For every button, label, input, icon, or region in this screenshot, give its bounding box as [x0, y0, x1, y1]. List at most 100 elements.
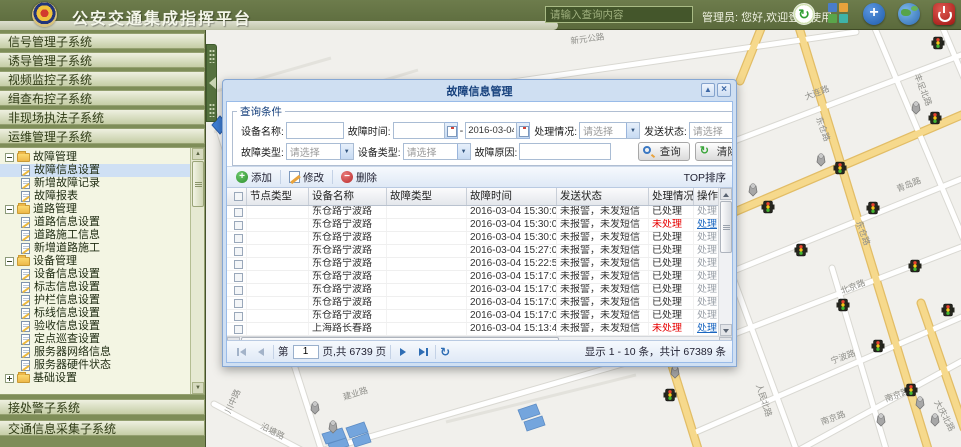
delete-record-button[interactable]: −删除 [338, 169, 380, 186]
panel-ops-management[interactable]: 运维管理子系统 [0, 128, 205, 144]
clear-button[interactable]: ↻清除 [695, 142, 733, 161]
scroll-up-icon[interactable]: ▲ [192, 148, 204, 160]
table-row[interactable]: 东仓路宁波路2016-03-04 15:27:00未报警，未发短信已处理处理 [227, 245, 732, 258]
traffic-light-icon[interactable] [837, 299, 850, 311]
tree-item[interactable]: 设备信息设置 [0, 268, 204, 281]
column-header[interactable]: 节点类型 [247, 188, 309, 205]
traffic-light-icon[interactable] [664, 389, 677, 401]
tree-item[interactable]: 新增故障记录 [0, 177, 204, 190]
row-checkbox[interactable] [227, 245, 247, 257]
chevron-down-icon[interactable] [626, 123, 639, 138]
first-page-icon[interactable] [233, 344, 249, 360]
tree-folder[interactable]: 基础设置 [0, 372, 204, 385]
panel-traffic-collection[interactable]: 交通信息采集子系统 [0, 420, 205, 436]
traffic-light-icon[interactable] [834, 162, 847, 174]
row-checkbox[interactable] [227, 219, 247, 231]
device-type-select[interactable]: 请选择 [403, 143, 471, 160]
panel-video[interactable]: 视频监控子系统 [0, 71, 205, 87]
last-page-icon[interactable] [415, 344, 431, 360]
add-record-button[interactable]: +添加 [233, 169, 275, 186]
row-checkbox[interactable] [227, 310, 247, 322]
traffic-light-icon[interactable] [942, 304, 955, 316]
grid-vertical-scrollbar[interactable] [718, 188, 732, 336]
send-status-select[interactable]: 请选择 [689, 122, 733, 139]
search-button[interactable]: 查询 [638, 142, 690, 161]
close-icon[interactable]: × [717, 83, 731, 97]
tree-item[interactable]: 新增道路施工 [0, 242, 204, 255]
device-name-input[interactable] [286, 122, 344, 139]
table-row[interactable]: 东仓路宁波路2016-03-04 15:30:00未报警，未发短信未处理处理 [227, 219, 732, 232]
tree-item[interactable]: 道路信息设置 [0, 216, 204, 229]
apps-grid-icon[interactable] [828, 3, 850, 25]
expand-box-icon[interactable] [5, 374, 14, 383]
row-checkbox[interactable] [227, 258, 247, 270]
tree-item[interactable]: 服务器网络信息 [0, 346, 204, 359]
tree-item[interactable]: 服务器硬件状态 [0, 359, 204, 372]
table-row[interactable]: 东仓路宁波路2016-03-04 15:30:00未报警，未发短信已处理处理 [227, 206, 732, 219]
edit-record-button[interactable]: 修改 [286, 169, 327, 186]
tree-item[interactable]: 标志信息设置 [0, 281, 204, 294]
table-row[interactable]: 上海路长春路2016-03-04 15:13:45未报警，未发短信未处理处理 [227, 323, 732, 336]
refresh-icon[interactable]: ↻ [440, 345, 450, 359]
tree-folder[interactable]: 故障管理 [0, 151, 204, 164]
page-number-input[interactable] [293, 345, 319, 359]
panel-signal[interactable]: 信号管理子系统 [0, 33, 205, 49]
power-icon[interactable] [933, 3, 955, 25]
traffic-light-icon[interactable] [795, 244, 808, 256]
row-checkbox[interactable] [227, 232, 247, 244]
calendar-icon[interactable] [517, 122, 530, 139]
calendar-icon[interactable] [445, 122, 458, 139]
table-row[interactable]: 东仓路宁波路2016-03-04 15:17:01未报警，未发短信已处理处理 [227, 271, 732, 284]
scroll-down-icon[interactable]: ▼ [192, 382, 204, 394]
fault-time-to-input[interactable] [465, 122, 517, 139]
scrollbar-thumb[interactable] [192, 161, 204, 207]
table-row[interactable]: 东仓路宁波路2016-03-04 15:17:01未报警，未发短信已处理处理 [227, 310, 732, 323]
table-row[interactable]: 东仓路宁波路2016-03-04 15:22:50未报警，未发短信已处理处理 [227, 258, 732, 271]
table-row[interactable]: 东仓路宁波路2016-03-04 15:30:00未报警，未发短信已处理处理 [227, 232, 732, 245]
collapse-box-icon[interactable] [5, 153, 14, 162]
sidebar-collapse-handle[interactable] [206, 44, 217, 122]
tree-folder[interactable]: 设备管理 [0, 255, 204, 268]
traffic-light-icon[interactable] [867, 202, 880, 214]
window-titlebar[interactable]: 故障信息管理 ▲ × [226, 80, 733, 101]
top-sort-button[interactable]: TOP排序 [684, 170, 726, 185]
fault-reason-input[interactable] [519, 143, 611, 160]
column-header[interactable]: 故障时间 [467, 188, 557, 205]
tree-item[interactable]: 护栏信息设置 [0, 294, 204, 307]
add-icon[interactable]: + [863, 3, 885, 25]
row-checkbox[interactable] [227, 271, 247, 283]
handle-status-select[interactable]: 请选择 [579, 122, 640, 139]
tree-item[interactable]: 故障报表 [0, 190, 204, 203]
column-header[interactable]: 设备名称 [309, 188, 387, 205]
tree-item[interactable]: 标线信息设置 [0, 307, 204, 320]
row-checkbox[interactable] [227, 284, 247, 296]
traffic-light-icon[interactable] [909, 260, 922, 272]
fault-time-from-input[interactable] [393, 122, 445, 139]
row-checkbox[interactable] [227, 323, 247, 335]
tree-item[interactable]: 验收信息设置 [0, 320, 204, 333]
collapse-box-icon[interactable] [5, 257, 14, 266]
scrollbar-thumb[interactable] [720, 201, 732, 253]
table-row[interactable]: 东仓路宁波路2016-03-04 15:17:01未报警，未发短信已处理处理 [227, 284, 732, 297]
traffic-light-icon[interactable] [762, 201, 775, 213]
traffic-light-icon[interactable] [932, 37, 945, 49]
search-input[interactable] [545, 6, 693, 23]
tree-item[interactable]: 定点巡查设置 [0, 333, 204, 346]
scroll-down-icon[interactable] [720, 324, 732, 336]
scroll-up-icon[interactable] [720, 188, 732, 200]
row-checkbox[interactable] [227, 297, 247, 309]
select-all-checkbox[interactable] [227, 188, 247, 205]
tree-item[interactable]: 故障信息设置 [0, 164, 204, 177]
panel-alarm-dispatch[interactable]: 接处警子系统 [0, 399, 205, 415]
panel-patrol-control[interactable]: 缉查布控子系统 [0, 90, 205, 106]
recycle-icon[interactable]: ↻ [793, 3, 815, 25]
fault-type-select[interactable]: 请选择 [286, 143, 354, 160]
traffic-light-icon[interactable] [929, 112, 942, 124]
column-header[interactable]: 故障类型 [387, 188, 467, 205]
table-row[interactable]: 东仓路宁波路2016-03-04 15:17:01未报警，未发短信已处理处理 [227, 297, 732, 310]
next-page-icon[interactable] [395, 344, 411, 360]
tree-scrollbar[interactable]: ▲ ▼ [190, 148, 204, 394]
prev-page-icon[interactable] [253, 344, 269, 360]
panel-enforcement[interactable]: 非现场执法子系统 [0, 109, 205, 125]
tree-item[interactable]: 道路施工信息 [0, 229, 204, 242]
